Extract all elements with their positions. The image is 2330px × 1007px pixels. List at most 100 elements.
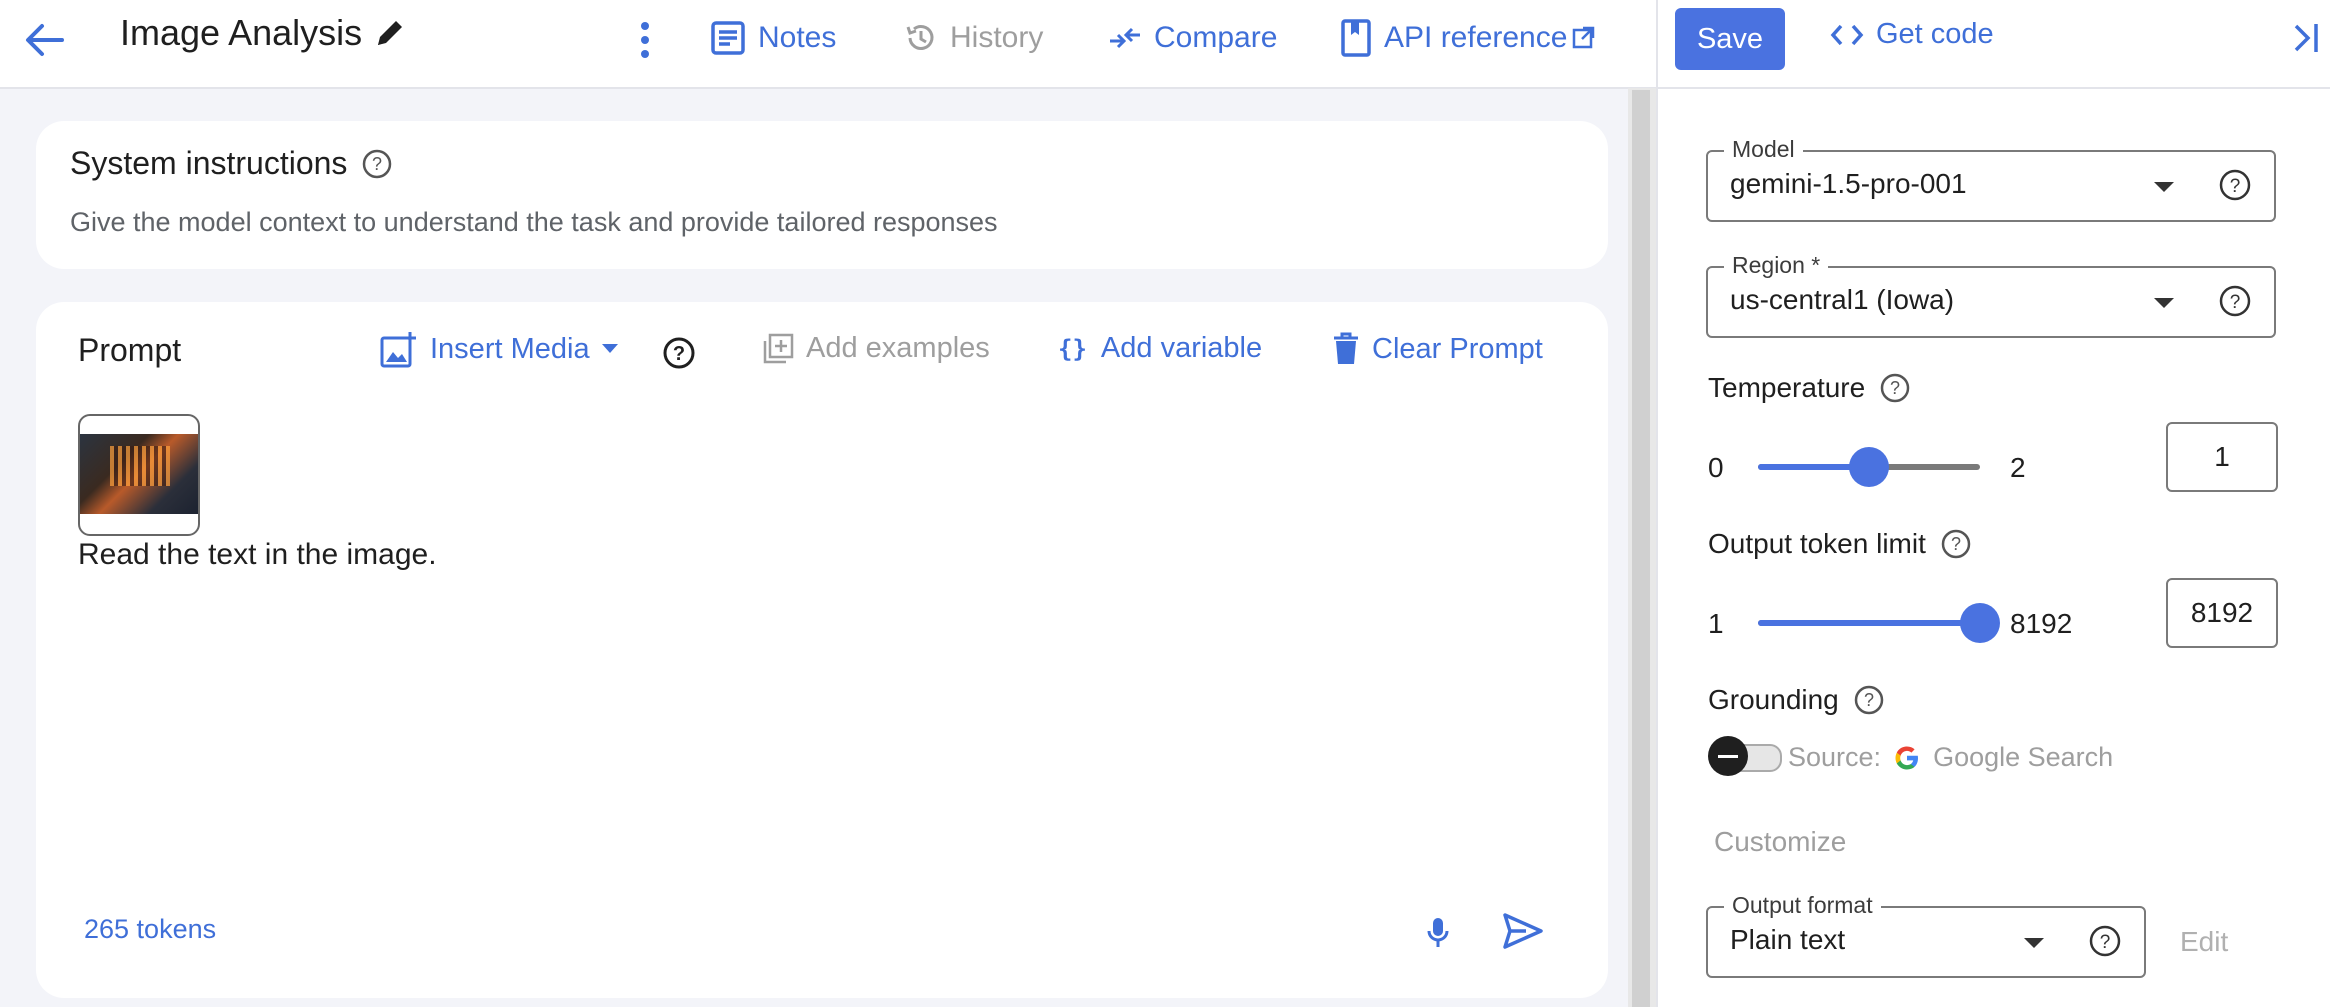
get-code-button[interactable]: Get code xyxy=(1830,18,1994,51)
editor-area: Image Analysis Notes History Compare API… xyxy=(0,0,1656,1007)
model-value: gemini-1.5-pro-001 xyxy=(1730,168,1967,199)
region-label: Region * xyxy=(1724,252,1829,279)
grounding-heading: Grounding ? xyxy=(1708,684,1885,716)
model-label: Model xyxy=(1724,136,1803,163)
open-in-new-icon xyxy=(1571,26,1595,50)
api-reference-link[interactable]: API reference xyxy=(1340,18,1595,58)
dropdown-arrow-icon xyxy=(2024,938,2044,948)
prompt-help-icon[interactable]: ? xyxy=(662,336,696,370)
curly-braces-icon: {} xyxy=(1058,334,1087,363)
compare-label: Compare xyxy=(1154,21,1278,54)
output-token-input[interactable]: 8192 xyxy=(2166,578,2278,648)
insert-media-button[interactable]: Insert Media xyxy=(380,330,618,368)
dropdown-arrow-icon xyxy=(601,344,618,354)
svg-text:?: ? xyxy=(2230,176,2241,197)
compare-icon xyxy=(1108,21,1142,55)
temperature-slider[interactable] xyxy=(1758,447,1980,487)
temperature-max: 2 xyxy=(2010,452,2026,483)
svg-text:?: ? xyxy=(372,154,382,174)
add-examples-label: Add examples xyxy=(806,332,990,364)
grounding-source-label: Source: xyxy=(1788,742,1882,772)
temperature-input[interactable]: 1 xyxy=(2166,422,2278,492)
edit-pencil-icon[interactable] xyxy=(374,17,406,49)
temperature-heading: Temperature ? xyxy=(1708,372,1911,404)
send-icon[interactable] xyxy=(1502,912,1544,950)
region-value: us-central1 (Iowa) xyxy=(1730,284,1955,315)
notes-label: Notes xyxy=(758,21,837,54)
add-variable-label: Add variable xyxy=(1100,332,1263,364)
temperature-help-icon[interactable]: ? xyxy=(1879,372,1911,404)
grounding-help-icon[interactable]: ? xyxy=(1853,684,1885,716)
add-photo-icon xyxy=(380,330,418,368)
history-icon xyxy=(904,21,938,55)
customize-button[interactable]: Customize xyxy=(1714,826,1846,858)
more-vert-icon[interactable] xyxy=(636,20,654,60)
model-help-icon[interactable]: ? xyxy=(2218,168,2252,202)
output-token-max: 8192 xyxy=(2010,608,2073,639)
notes-button[interactable]: Notes xyxy=(710,18,836,58)
model-select[interactable]: Model gemini-1.5-pro-001 ? xyxy=(1706,136,2276,222)
prompt-text[interactable]: Read the text in the image. xyxy=(78,538,437,572)
trash-icon xyxy=(1332,332,1360,366)
system-instructions-title: System instructions ? xyxy=(70,145,393,182)
region-help-icon[interactable]: ? xyxy=(2218,284,2252,318)
add-examples-button[interactable]: Add examples xyxy=(762,332,990,365)
token-count: 265 tokens xyxy=(84,914,217,944)
svg-text:?: ? xyxy=(673,343,685,365)
temperature-slider-thumb[interactable] xyxy=(1849,447,1889,487)
settings-top-bar: Save Get code xyxy=(1658,0,2330,89)
svg-text:?: ? xyxy=(2100,932,2111,953)
page-title: Image Analysis xyxy=(120,12,406,54)
book-icon xyxy=(1340,19,1372,57)
clear-prompt-button[interactable]: Clear Prompt xyxy=(1332,332,1543,366)
output-format-value: Plain text xyxy=(1730,924,1846,955)
output-format-help-icon[interactable]: ? xyxy=(2088,924,2122,958)
output-format-edit-button[interactable]: Edit xyxy=(2180,926,2228,958)
help-icon[interactable]: ? xyxy=(361,148,393,180)
google-g-icon xyxy=(1893,744,1921,772)
clear-prompt-label: Clear Prompt xyxy=(1372,332,1543,365)
save-button[interactable]: Save xyxy=(1675,8,1785,70)
prompt-card: Prompt Insert Media ? Add examples {} Ad… xyxy=(36,302,1608,998)
image-thumbnail[interactable] xyxy=(78,414,200,536)
svg-text:?: ? xyxy=(1951,534,1961,554)
add-variable-button[interactable]: {} Add variable xyxy=(1058,332,1262,365)
toggle-thumb xyxy=(1708,736,1748,776)
insert-media-label: Insert Media xyxy=(430,332,590,365)
thumbnail-grill xyxy=(110,446,170,486)
output-token-help-icon[interactable]: ? xyxy=(1940,528,1972,560)
output-token-min: 1 xyxy=(1708,608,1724,639)
settings-panel: Save Get code Model gemini-1.5-pro-001 ?… xyxy=(1656,0,2330,1007)
dropdown-arrow-icon xyxy=(2154,298,2174,308)
api-reference-label: API reference xyxy=(1384,21,1568,54)
temperature-min: 0 xyxy=(1708,452,1724,483)
back-arrow-icon[interactable] xyxy=(22,20,66,60)
history-button[interactable]: History xyxy=(904,18,1043,58)
output-token-slider-fill xyxy=(1758,620,1980,626)
system-instructions-card[interactable]: System instructions ? Give the model con… xyxy=(36,121,1608,269)
mic-icon[interactable] xyxy=(1426,916,1450,950)
prompt-title: Prompt xyxy=(78,332,182,368)
minus-icon xyxy=(1718,754,1738,758)
library-add-icon xyxy=(762,333,794,365)
code-icon xyxy=(1830,23,1864,47)
top-toolbar: Image Analysis Notes History Compare API… xyxy=(0,0,1656,89)
output-format-select[interactable]: Output format Plain text ? xyxy=(1706,892,2146,978)
page-title-text: Image Analysis xyxy=(120,12,363,53)
output-token-heading: Output token limit ? xyxy=(1708,528,1972,560)
notes-icon xyxy=(710,20,746,56)
grounding-toggle[interactable] xyxy=(1708,736,1782,776)
compare-button[interactable]: Compare xyxy=(1108,18,1277,58)
svg-text:?: ? xyxy=(1890,378,1900,398)
output-token-label: Output token limit xyxy=(1708,528,1926,559)
output-token-slider-thumb[interactable] xyxy=(1960,603,2000,643)
output-token-slider[interactable] xyxy=(1758,603,2000,643)
scrollbar[interactable] xyxy=(1632,90,1650,1007)
output-format-label: Output format xyxy=(1724,892,1881,919)
temperature-label: Temperature xyxy=(1708,372,1866,403)
region-select[interactable]: Region * us-central1 (Iowa) ? xyxy=(1706,252,2276,338)
get-code-label: Get code xyxy=(1876,18,1994,50)
grounding-source: Source: Google Search xyxy=(1788,742,2113,773)
system-instructions-placeholder[interactable]: Give the model context to understand the… xyxy=(70,207,998,238)
collapse-panel-icon[interactable] xyxy=(2290,20,2322,56)
